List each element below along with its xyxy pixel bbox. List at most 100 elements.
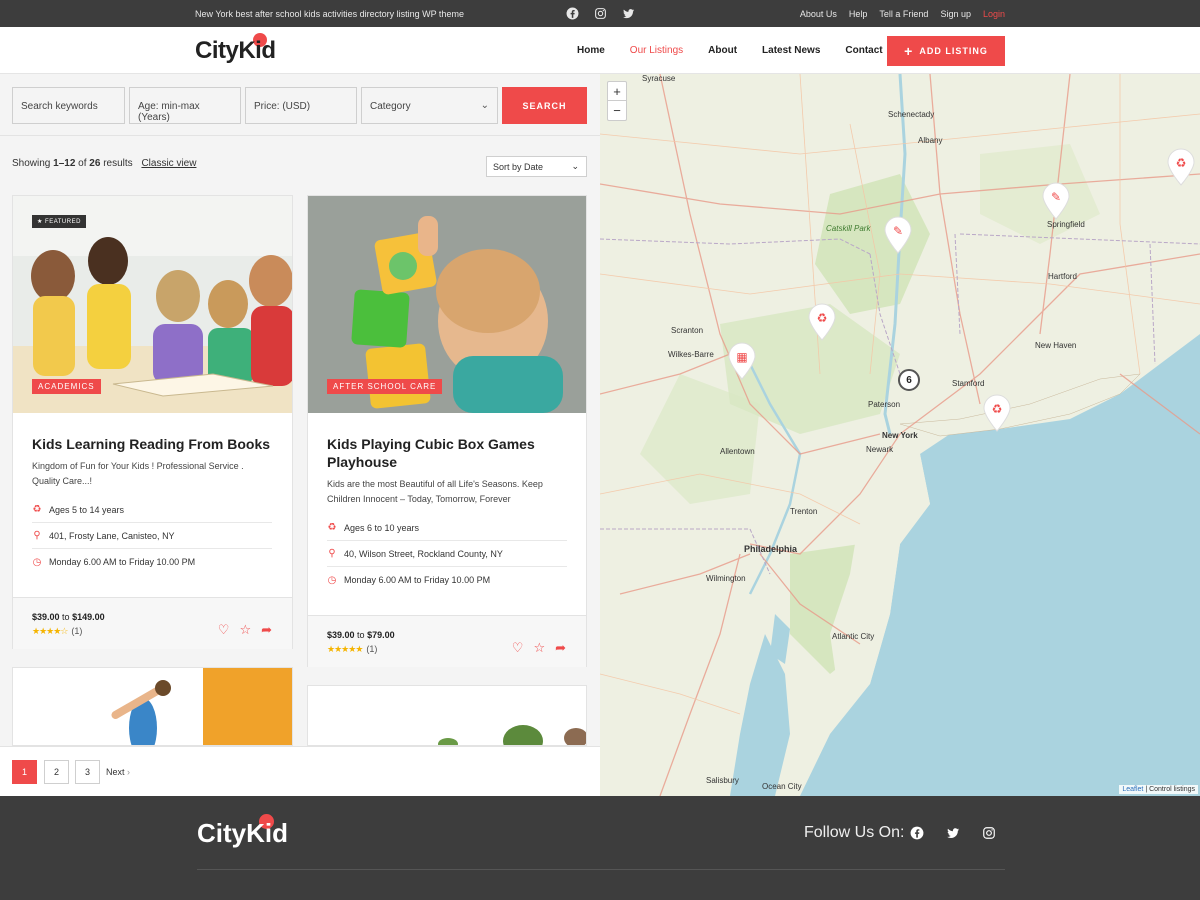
tell-a-friend-link[interactable]: Tell a Friend [879, 9, 928, 19]
ages-row: ♻ Ages 6 to 10 years [327, 515, 567, 541]
map-label: Wilkes-Barre [668, 350, 714, 359]
listings-map[interactable]: + − Syracuse Schenectady Albany Catskill… [600, 74, 1200, 796]
star-icon[interactable]: ☆ [239, 622, 251, 638]
sort-select[interactable]: Sort by Date ⌄ [486, 156, 587, 177]
listing-title[interactable]: Kids Learning Reading From Books [32, 435, 272, 453]
map-marker[interactable]: ▦ [727, 342, 757, 380]
leaflet-link[interactable]: Leaflet [1122, 786, 1143, 793]
top-links: About Us Help Tell a Friend Sign up Logi… [800, 9, 1005, 19]
share-icon[interactable]: ➦ [555, 640, 566, 656]
next-page-button[interactable]: Next › [106, 760, 131, 784]
map-marker[interactable]: ♻ [1166, 148, 1196, 186]
twitter-icon[interactable] [621, 6, 635, 20]
pagination: 1 2 3 Next › [0, 746, 600, 796]
map-label: Schenectady [888, 110, 935, 119]
map-marker[interactable]: ♻ [807, 303, 837, 341]
listing-description: Kingdom of Fun for Your Kids ! Professio… [32, 461, 244, 486]
map-label: Wilmington [706, 574, 746, 583]
location-pin-icon: ⚲ [33, 530, 41, 541]
add-listing-button[interactable]: + ADD LISTING [887, 36, 1005, 66]
footer-social-links [909, 825, 997, 841]
classic-view-link[interactable]: Classic view [141, 158, 196, 169]
nav-latest-news[interactable]: Latest News [762, 45, 820, 56]
listing-card[interactable] [307, 685, 587, 746]
zoom-out-button[interactable]: − [608, 101, 626, 120]
svg-text:♻: ♻ [992, 402, 1003, 416]
clock-icon: ◷ [32, 556, 42, 568]
instagram-icon[interactable] [981, 825, 997, 841]
nav-home[interactable]: Home [577, 45, 605, 56]
map-cluster-marker[interactable]: 6 [898, 369, 920, 391]
nav-our-listings[interactable]: Our Listings [630, 45, 683, 56]
listing-actions: ♡ ☆ ➦ [512, 640, 566, 656]
keywords-input[interactable]: Search keywords [12, 87, 125, 124]
address-row: ⚲ 40, Wilson Street, Rockland County, NY [327, 541, 567, 567]
map-marker[interactable]: ✎ [883, 216, 913, 254]
price-input[interactable]: Price: (USD) [245, 87, 357, 124]
star-icon[interactable]: ☆ [533, 640, 545, 656]
help-link[interactable]: Help [849, 9, 868, 19]
sign-up-link[interactable]: Sign up [940, 9, 971, 19]
category-tag[interactable]: AFTER SCHOOL CARE [327, 379, 443, 394]
page-2-button[interactable]: 2 [44, 760, 69, 784]
facebook-icon[interactable] [565, 6, 579, 20]
listing-image[interactable] [13, 668, 293, 746]
footer-logo[interactable]: CityKid [197, 814, 288, 849]
age-input[interactable]: Age: min-max (Years) [129, 87, 241, 124]
nav-about[interactable]: About [708, 45, 737, 56]
map-label: New York [882, 431, 918, 440]
site-logo[interactable]: CityKid [195, 33, 276, 65]
heart-icon[interactable]: ♡ [218, 622, 230, 638]
map-label: Paterson [868, 400, 901, 409]
site-footer: CityKid Follow Us On: [0, 796, 1200, 900]
address-row: ⚲ 401, Frosty Lane, Canisteo, NY [32, 523, 272, 549]
chevron-down-icon: ⌄ [480, 100, 489, 111]
listing-card[interactable]: ★ FEATURED ACADEMICS Kids Learning Readi… [12, 195, 293, 649]
map-label: Trenton [790, 507, 818, 516]
login-link[interactable]: Login [983, 9, 1005, 19]
listing-card[interactable] [12, 667, 293, 746]
price-range: $39.00 to $149.00 [32, 612, 105, 622]
clock-icon: ◷ [327, 574, 337, 586]
svg-text:✎: ✎ [893, 224, 903, 238]
child-icon: ♻ [327, 522, 337, 533]
map-label: Albany [918, 136, 943, 145]
map-label: New Haven [1035, 341, 1077, 350]
heart-icon[interactable]: ♡ [512, 640, 524, 656]
listing-card[interactable]: AFTER SCHOOL CARE Kids Playing Cubic Box… [307, 195, 587, 667]
facebook-icon[interactable] [909, 825, 925, 841]
search-bar: Search keywords Age: min-max (Years) Pri… [0, 74, 600, 136]
zoom-in-button[interactable]: + [608, 82, 626, 101]
plus-icon: + [904, 43, 914, 59]
listing-meta: ♻ Ages 5 to 14 years ⚲ 401, Frosty Lane, C… [32, 497, 272, 575]
price-range: $39.00 to $79.00 [327, 630, 395, 640]
map-label: Salisbury [706, 776, 739, 785]
page-1-button[interactable]: 1 [12, 760, 37, 784]
chevron-down-icon: ⌄ [571, 161, 579, 171]
share-icon[interactable]: ➦ [261, 622, 272, 638]
footer-divider [197, 869, 1005, 870]
search-button[interactable]: SEARCH [502, 87, 587, 124]
main-nav: Home Our Listings About Latest News Cont… [577, 45, 883, 56]
map-marker[interactable]: ✎ [1041, 182, 1071, 220]
twitter-icon[interactable] [945, 825, 961, 841]
listing-description: Kids are the most Beautiful of all Life'… [327, 479, 543, 504]
star-filled-icon: ★ [355, 644, 363, 654]
category-select[interactable]: Category ⌄ [361, 87, 498, 124]
top-social-links [565, 6, 635, 20]
location-pin-icon: ⚲ [328, 548, 336, 559]
listing-title[interactable]: Kids Playing Cubic Box Games Playhouse [327, 435, 567, 471]
page-3-button[interactable]: 3 [75, 760, 100, 784]
map-attribution: Leaflet | Control listings [1119, 785, 1198, 794]
about-us-link[interactable]: About Us [800, 9, 837, 19]
map-marker[interactable]: ♻ [982, 394, 1012, 432]
child-icon: ♻ [32, 504, 42, 515]
category-tag[interactable]: ACADEMICS [32, 379, 101, 394]
map-label: Scranton [671, 326, 704, 335]
listing-meta: ♻ Ages 6 to 10 years ⚲ 40, Wilson Street, … [327, 515, 567, 593]
instagram-icon[interactable] [593, 6, 607, 20]
listing-image[interactable] [308, 686, 587, 746]
chevron-right-icon: › [127, 767, 131, 777]
map-label: Hartford [1048, 272, 1077, 281]
nav-contact[interactable]: Contact [845, 45, 882, 56]
